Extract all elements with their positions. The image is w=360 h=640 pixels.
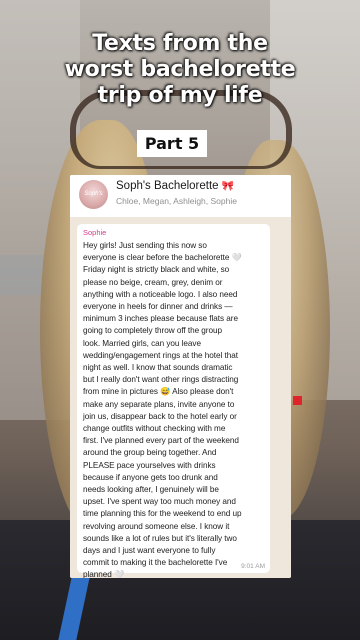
message-line: minimum 3 inches please because flats ar… xyxy=(83,314,238,324)
message-line: everyone is clear before the bachelorett… xyxy=(83,253,242,263)
message-line: commit to making it the bachelorette I'v… xyxy=(83,558,228,568)
message-line: please no beige, cream, grey, denim or xyxy=(83,277,223,287)
message-line: time planning this for the weekend to en… xyxy=(83,509,242,519)
video-title: Texts from the worst bachelorette trip o… xyxy=(0,31,360,109)
message-line: everyone in heels for dinner and drinks … xyxy=(83,302,233,312)
group-avatar-text: Soph's xyxy=(84,191,103,197)
title-line-2: worst bachelorette xyxy=(64,57,296,82)
message-line: PLEASE pace yourselves with drinks xyxy=(83,460,216,470)
message-timestamp: 9:01 AM xyxy=(241,563,265,570)
group-name-text: Soph's Bachelorette xyxy=(116,180,219,192)
message-line: revolving around someone else. I know it xyxy=(83,521,230,531)
message-line: upset. I've spent way too much money and xyxy=(83,497,236,507)
message-line: Hey girls! Just sending this now so xyxy=(83,241,207,250)
part-label: Part 5 xyxy=(137,130,207,157)
message-line: anything with a noticeable logo. I also … xyxy=(83,289,238,299)
background-red-dot xyxy=(293,396,302,405)
message-line: because if anyone gets too drunk and xyxy=(83,472,218,482)
group-members: Chloe, Megan, Ashleigh, Sophie xyxy=(116,196,237,206)
message-line: days and I just want everyone to fully xyxy=(83,546,216,556)
chat-header[interactable]: Soph's Soph's Bachelorette 🎀 Chloe, Mega… xyxy=(70,175,291,217)
message-line: going to completely throw off the group xyxy=(83,326,222,336)
message-sender: Sophie xyxy=(83,228,107,237)
message-line: needs looking after, I genuinely will be xyxy=(83,485,219,495)
message-line: planned 🤍 xyxy=(83,570,125,578)
message-line: first. I've planned every part of the we… xyxy=(83,436,239,446)
chat-screenshot: Soph's Soph's Bachelorette 🎀 Chloe, Mega… xyxy=(70,175,291,578)
group-avatar[interactable]: Soph's xyxy=(79,180,108,209)
chat-body[interactable]: Sophie Hey girls! Just sending this now … xyxy=(70,217,291,578)
message-line: sounds like a lot of rules but it's lite… xyxy=(83,533,237,543)
message-line: from mine in pictures 😅 Also please don'… xyxy=(83,387,234,397)
ribbon-icon: 🎀 xyxy=(221,181,235,192)
message-bubble[interactable]: Sophie Hey girls! Just sending this now … xyxy=(77,224,270,578)
message-line: but I really don't want other rings dist… xyxy=(83,375,239,385)
message-line: change outfits without checking with me xyxy=(83,424,226,434)
title-line-3: trip of my life xyxy=(97,83,263,108)
message-line: Friday night is strictly black and white… xyxy=(83,265,230,275)
message-line: look. Married girls, can you leave xyxy=(83,338,201,348)
message-line: wedding/engagement rings at the hotel th… xyxy=(83,350,238,360)
message-line: around the group being together. And xyxy=(83,448,217,458)
message-line: make any separate plans, invite anyone t… xyxy=(83,399,235,409)
group-name: Soph's Bachelorette 🎀 xyxy=(116,180,234,192)
title-line-1: Texts from the xyxy=(92,31,268,56)
message-line: night as well. I know that sounds dramat… xyxy=(83,363,233,373)
message-text: Hey girls! Just sending this now so ever… xyxy=(83,240,264,578)
message-line: join us, disappear back to the hotel ear… xyxy=(83,411,237,421)
